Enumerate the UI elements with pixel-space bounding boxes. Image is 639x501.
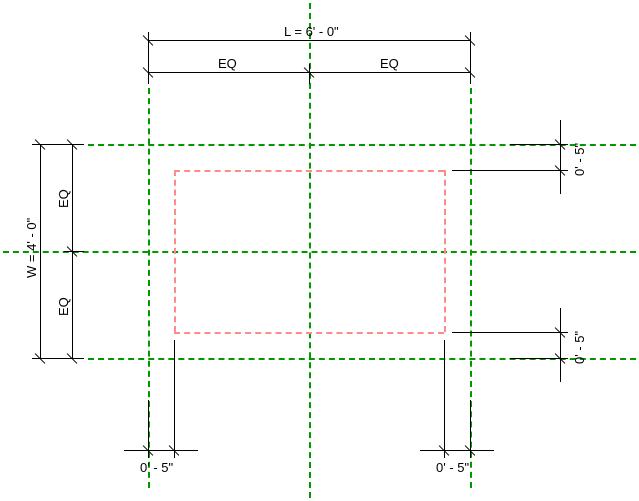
dim-offset-rb <box>560 308 561 382</box>
ext-br-inner <box>444 340 445 458</box>
dim-offset-bl <box>124 450 198 451</box>
dim-offset-rt <box>560 120 561 194</box>
inner-top <box>174 170 444 172</box>
label-offset-bl: 0' - 5" <box>140 460 173 475</box>
inner-bottom <box>174 332 444 334</box>
label-offset-rb: 0' - 5" <box>572 331 587 364</box>
ext-bl-inner <box>174 340 175 458</box>
grid-h-center <box>3 251 636 253</box>
drawing-canvas: L = 6' - 0" EQ EQ W = 4' - 0" EQ EQ 0' -… <box>0 0 639 501</box>
label-EQ-top-right: EQ <box>380 56 399 71</box>
dim-offset-br <box>420 450 494 451</box>
inner-right <box>444 170 446 332</box>
label-W: W = 4' - 0" <box>24 218 39 278</box>
label-offset-rt: 0' - 5" <box>572 143 587 176</box>
inner-left <box>174 170 176 332</box>
label-offset-br: 0' - 5" <box>436 460 469 475</box>
dim-W <box>40 144 41 358</box>
label-EQ-top-left: EQ <box>218 56 237 71</box>
label-EQ-left-top: EQ <box>56 189 71 208</box>
ext-rb-inner <box>452 332 568 333</box>
dim-L <box>148 40 470 41</box>
label-L: L = 6' - 0" <box>284 24 339 39</box>
label-EQ-left-bottom: EQ <box>56 297 71 316</box>
ext-rt-inner <box>452 170 568 171</box>
